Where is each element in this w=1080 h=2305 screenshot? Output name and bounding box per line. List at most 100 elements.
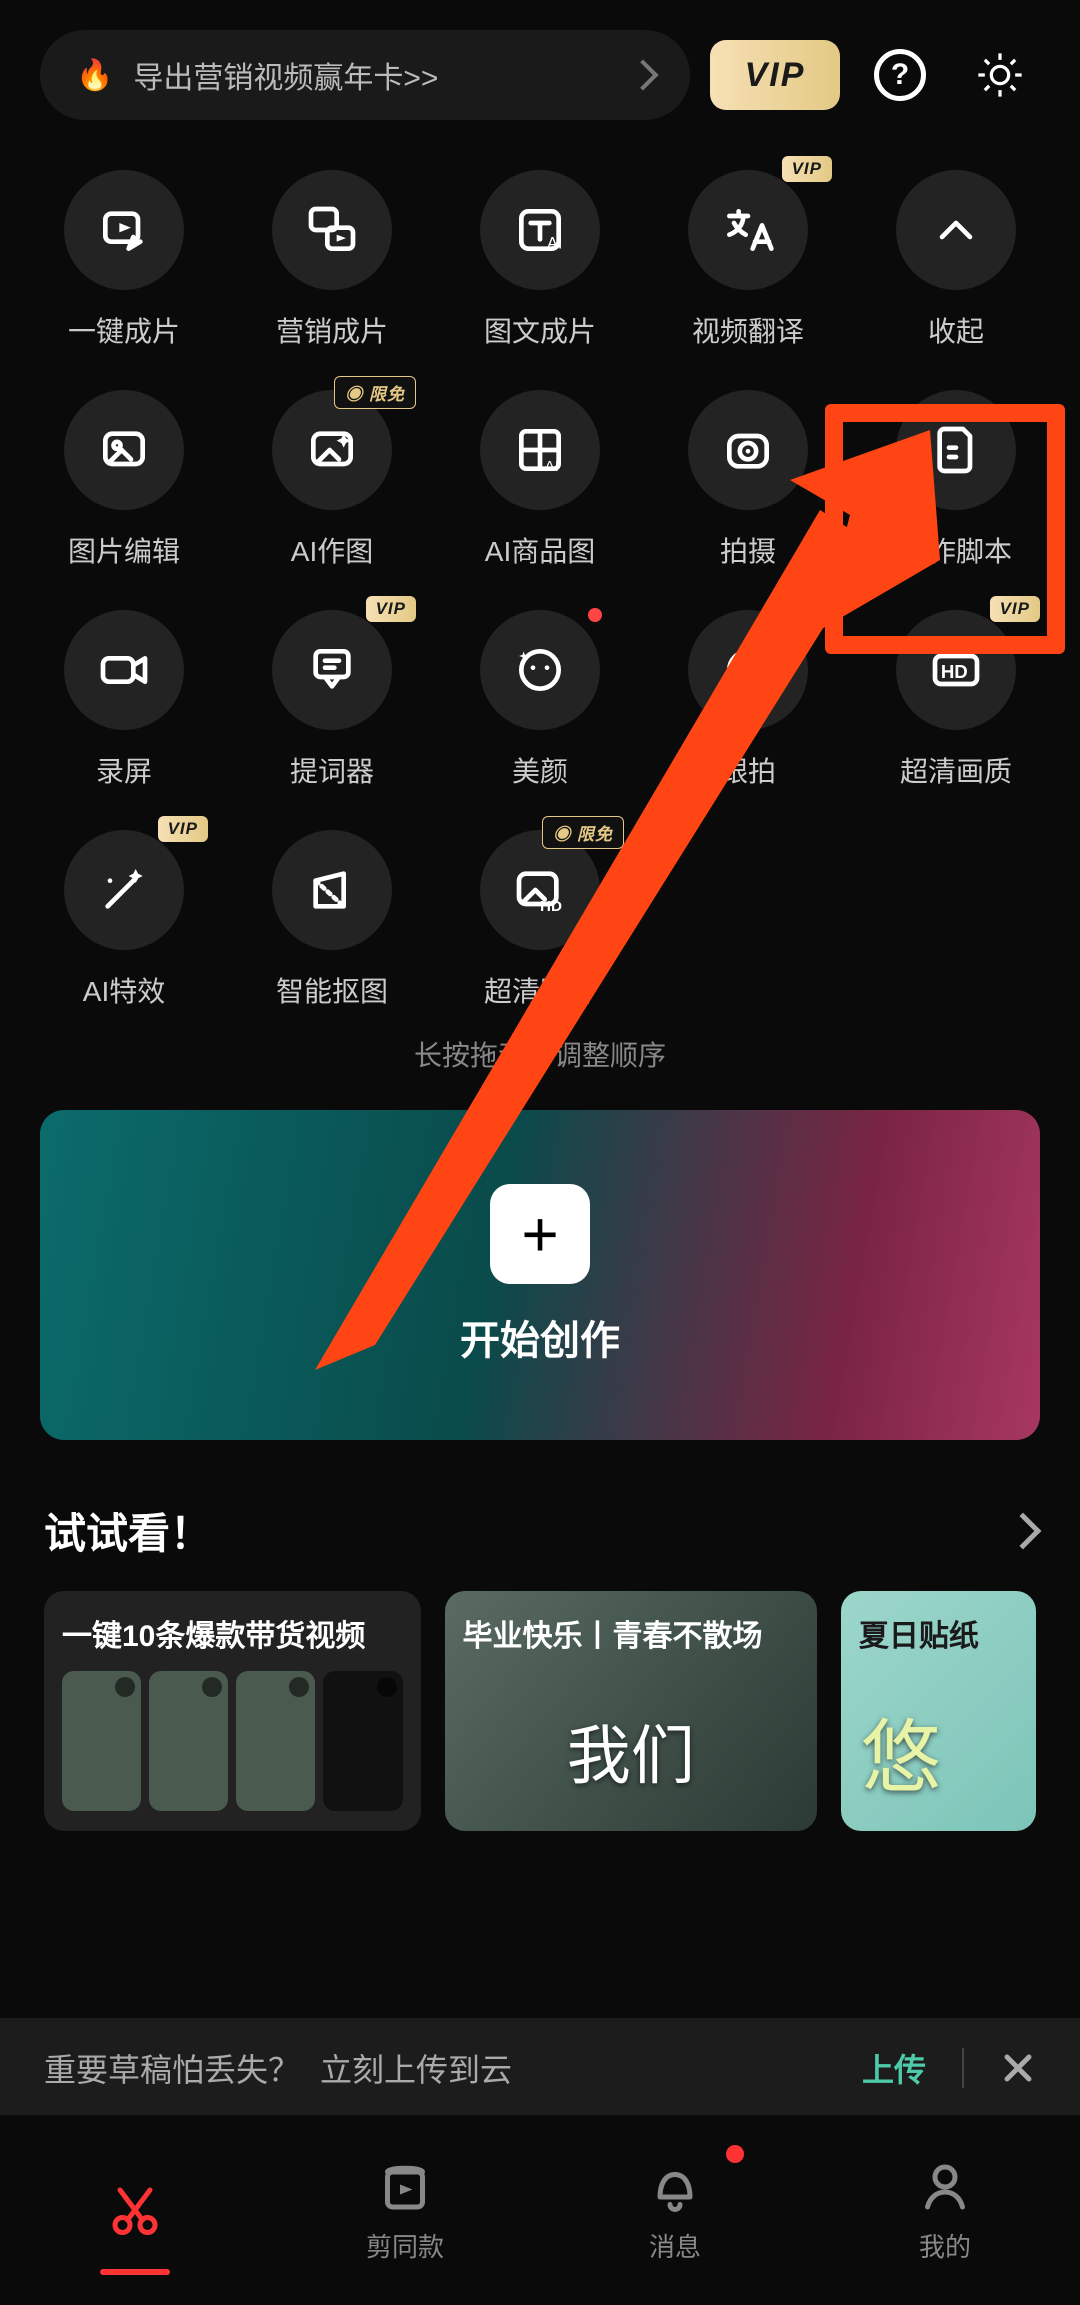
chevron-right-icon[interactable] xyxy=(1005,1512,1042,1549)
feature-screen-record[interactable]: 录屏 xyxy=(20,610,228,790)
person-icon xyxy=(915,2157,975,2217)
tab-template[interactable]: 剪同款 xyxy=(270,2115,540,2305)
feature-label: 图文成片 xyxy=(484,310,596,350)
feature-beauty[interactable]: 美颜 xyxy=(436,610,644,790)
feature-hd-quality[interactable]: VIP HD 超清画质 xyxy=(852,610,1060,790)
feature-label: 拍摄 xyxy=(720,530,776,570)
feature-ai-effects[interactable]: VIP AI特效 xyxy=(20,830,228,1010)
cutout-icon xyxy=(304,862,360,918)
tab-edit[interactable]: 剪辑 xyxy=(0,2115,270,2305)
vip-badge: VIP xyxy=(990,596,1040,622)
feature-label: 超清图片 xyxy=(484,970,596,1010)
start-create-banner[interactable]: + 开始创作 xyxy=(40,1110,1040,1440)
feature-follow-shoot[interactable]: 跟拍 xyxy=(644,610,852,790)
svg-text:HD: HD xyxy=(941,661,968,682)
record-cam-icon xyxy=(96,642,152,698)
feature-label: 跟拍 xyxy=(720,750,776,790)
translate-icon xyxy=(720,202,776,258)
teleprompter-icon xyxy=(304,642,360,698)
gear-icon xyxy=(974,49,1026,101)
feature-video-translate[interactable]: VIP 视频翻译 xyxy=(644,170,852,350)
face-dots-icon xyxy=(720,642,776,698)
try-card-clips[interactable]: 一键10条爆款带货视频 xyxy=(44,1591,421,1831)
feature-collapse[interactable]: 收起 xyxy=(852,170,1060,350)
settings-button[interactable] xyxy=(960,35,1040,115)
feature-label: AI特效 xyxy=(83,970,165,1010)
image-hd-icon: HD xyxy=(512,862,568,918)
cloud-question: 重要草稿怕丢失？ xyxy=(44,2045,300,2091)
face-sparkle-icon xyxy=(512,642,568,698)
feature-label: 视频翻译 xyxy=(692,310,804,350)
template-icon xyxy=(375,2157,435,2217)
wand-icon xyxy=(96,862,152,918)
card-title: 夏日贴纸 xyxy=(841,1591,1036,1655)
feature-hd-image[interactable]: ◉ 限免 HD 超清图片 xyxy=(436,830,644,1010)
feature-smart-cutout[interactable]: 智能抠图 xyxy=(228,830,436,1010)
feature-grid: 一键成片 营销成片 AI 图文成片 VIP 视频翻译 收起 图片编辑 ◉ 限免 … xyxy=(0,140,1080,1010)
try-cards: 一键10条爆款带货视频 毕业快乐丨青春不散场 我们 夏日贴纸 悠 xyxy=(0,1591,1080,1831)
feature-one-click-clip[interactable]: 一键成片 xyxy=(20,170,228,350)
thumb xyxy=(149,1671,228,1811)
pip-play-icon xyxy=(304,202,360,258)
feature-label: 智能抠图 xyxy=(276,970,388,1010)
feature-shoot[interactable]: 拍摄 xyxy=(644,390,852,570)
svg-text:AI: AI xyxy=(547,235,562,253)
feature-label: 录屏 xyxy=(96,750,152,790)
feature-label: 创作脚本 xyxy=(900,530,1012,570)
chevron-right-icon xyxy=(627,59,658,90)
banner-label: 开始创作 xyxy=(460,1308,620,1366)
cloud-upload-banner: 重要草稿怕丢失？ 立刻上传到云 上传 xyxy=(0,2018,1080,2118)
card-title: 一键10条爆款带货视频 xyxy=(62,1611,403,1655)
tab-label: 消息 xyxy=(649,2227,701,2264)
feature-prompter[interactable]: VIP 提词器 xyxy=(228,610,436,790)
feature-marketing-clip[interactable]: 营销成片 xyxy=(228,170,436,350)
thumb xyxy=(323,1671,402,1811)
camera-icon xyxy=(720,422,776,478)
help-button[interactable]: ? xyxy=(860,35,940,115)
feature-label: 一键成片 xyxy=(68,310,180,350)
feature-text-to-video[interactable]: AI 图文成片 xyxy=(436,170,644,350)
feature-label: AI作图 xyxy=(291,530,373,570)
grid-ai-icon: AI xyxy=(512,422,568,478)
cloud-upload-button[interactable]: 上传 xyxy=(862,2045,926,2091)
promo-banner[interactable]: 🔥 导出营销视频赢年卡>> xyxy=(40,30,690,120)
feature-create-script[interactable]: 创作脚本 xyxy=(852,390,1060,570)
bell-icon xyxy=(645,2157,705,2217)
doc-icon xyxy=(928,422,984,478)
thumb xyxy=(62,1671,141,1811)
close-icon[interactable] xyxy=(1000,2050,1036,2086)
try-section-title: 试试看！ xyxy=(44,1500,1010,1561)
feature-label: 图片编辑 xyxy=(68,530,180,570)
hd-icon: HD xyxy=(928,642,984,698)
thumb xyxy=(236,1671,315,1811)
free-badge: ◉ 限免 xyxy=(334,376,416,409)
tab-label: 剪同款 xyxy=(366,2227,444,2264)
image-star-icon xyxy=(304,422,360,478)
svg-text:AI: AI xyxy=(545,458,559,475)
scissors-icon xyxy=(105,2180,165,2240)
vip-badge: VIP xyxy=(782,156,832,182)
vip-button[interactable]: VIP xyxy=(710,40,840,110)
feature-label: 营销成片 xyxy=(276,310,388,350)
cloud-answer: 立刻上传到云 xyxy=(320,2045,842,2091)
tab-messages[interactable]: 消息 xyxy=(540,2115,810,2305)
feature-label: 收起 xyxy=(928,310,984,350)
feature-label: 提词器 xyxy=(290,750,374,790)
tab-me[interactable]: 我的 xyxy=(810,2115,1080,2305)
card-calligraphy: 我们 xyxy=(567,1705,695,1797)
chevron-up-icon xyxy=(928,202,984,258)
notification-dot xyxy=(588,608,602,622)
free-badge: ◉ 限免 xyxy=(542,816,624,849)
text-ai-icon: AI xyxy=(512,202,568,258)
notification-dot xyxy=(726,2145,744,2163)
try-card-graduation[interactable]: 毕业快乐丨青春不散场 我们 xyxy=(445,1591,817,1831)
card-calligraphy: 悠 xyxy=(861,1693,941,1809)
card-title: 毕业快乐丨青春不散场 xyxy=(445,1591,817,1655)
feature-ai-product[interactable]: AI AI商品图 xyxy=(436,390,644,570)
plus-icon: + xyxy=(490,1184,590,1284)
feature-label: AI商品图 xyxy=(485,530,595,570)
feature-photo-edit[interactable]: 图片编辑 xyxy=(20,390,228,570)
feature-ai-draw[interactable]: ◉ 限免 AI作图 xyxy=(228,390,436,570)
feature-label: 超清画质 xyxy=(900,750,1012,790)
try-card-summer[interactable]: 夏日贴纸 悠 xyxy=(841,1591,1036,1831)
